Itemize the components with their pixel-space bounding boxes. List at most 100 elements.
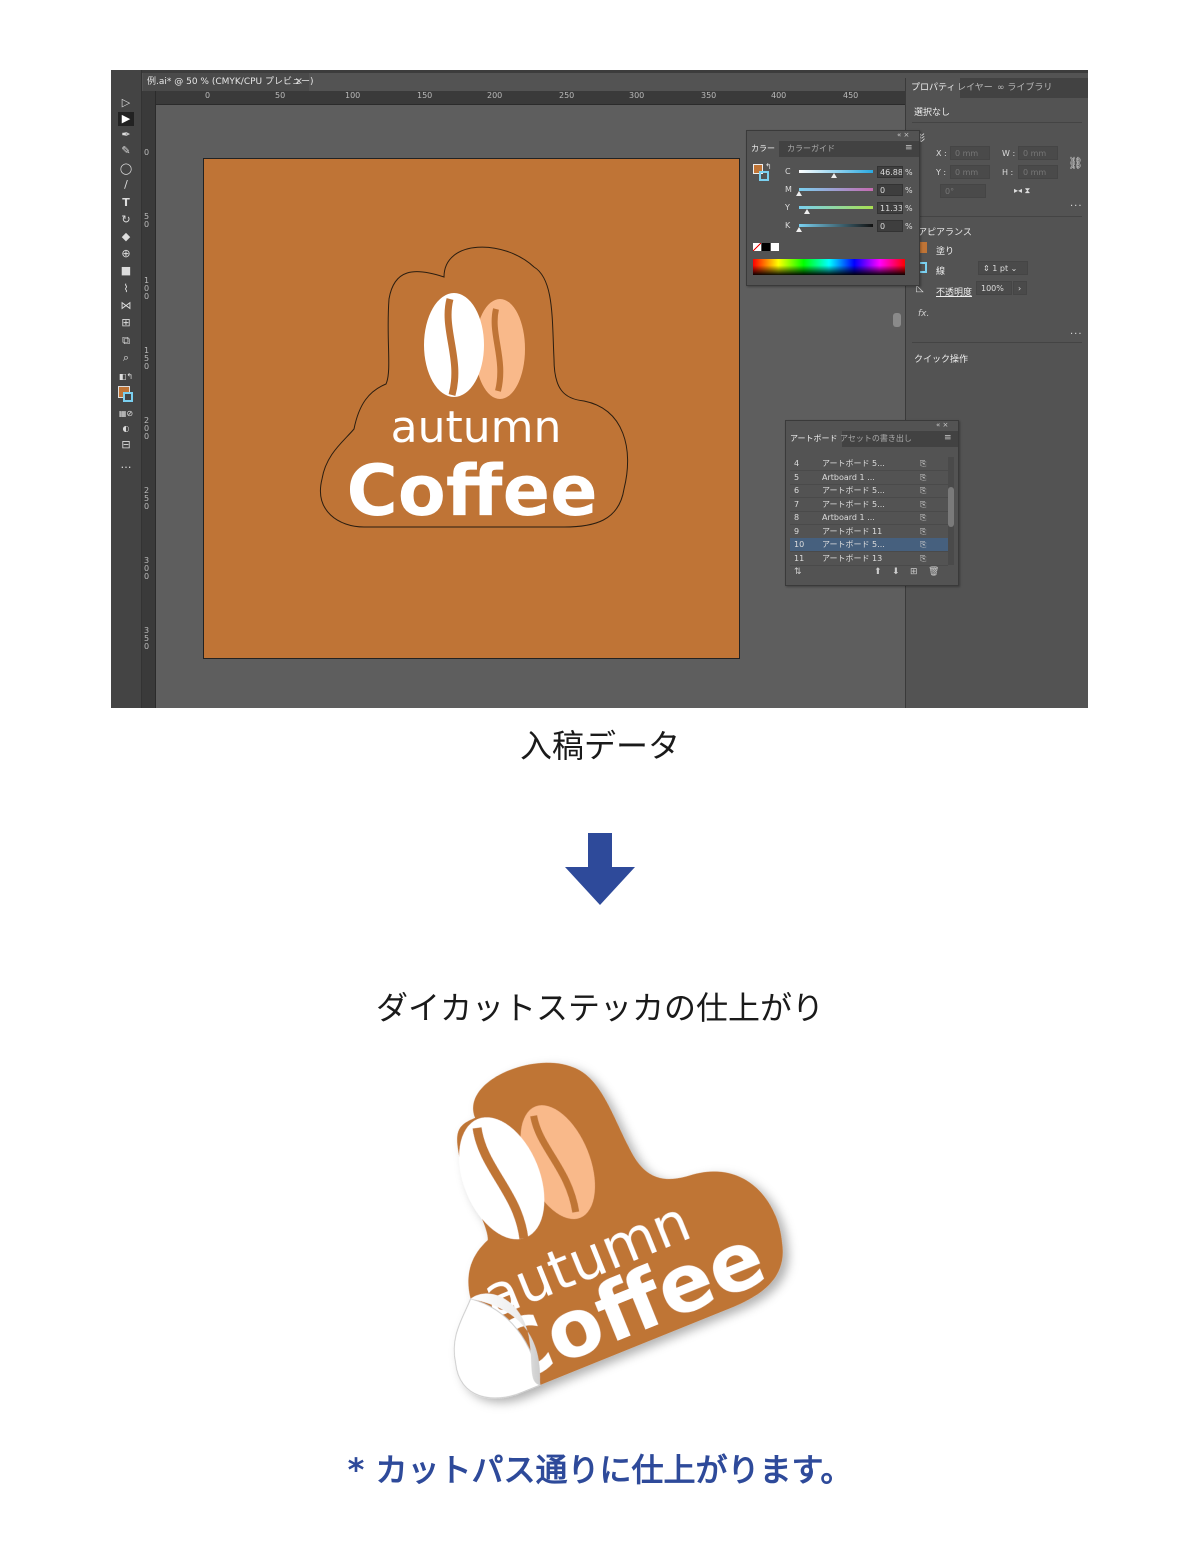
artboard-options-icon[interactable]: ⎘ <box>920 552 926 565</box>
list-item[interactable]: 11 アートボード 13 ⎘ <box>790 552 948 566</box>
canvas-scrollbar[interactable] <box>893 313 901 327</box>
list-item[interactable]: 5 Artboard 1 ... ⎘ <box>790 471 948 485</box>
ellipse-tool-icon[interactable]: ◯ <box>118 162 134 176</box>
none-swatch[interactable] <box>753 243 761 251</box>
screen-mode-icon[interactable]: ⊟ <box>118 438 134 452</box>
opacity-label[interactable]: 不透明度 <box>936 285 972 298</box>
brush-tool-icon[interactable]: / <box>118 178 134 192</box>
tab-layers[interactable]: レイヤー <box>952 78 998 98</box>
slider-value-k[interactable]: 0 <box>877 220 903 232</box>
curvature-tool-icon[interactable]: ✎ <box>118 144 134 158</box>
selection-tool-icon[interactable]: ▷ <box>118 96 134 110</box>
eyedropper-tool-icon[interactable]: ⌇ <box>118 282 134 296</box>
list-item[interactable]: 4 アートボード 5... ⎘ <box>790 457 948 471</box>
more-options-icon[interactable]: ... <box>1070 198 1083 209</box>
tab-color-guide[interactable]: カラーガイド <box>783 141 839 157</box>
artboard-options-icon[interactable]: ⎘ <box>920 471 926 484</box>
artboard-options-icon[interactable]: ⎘ <box>920 511 926 524</box>
tab-artboards[interactable]: アートボード <box>786 431 842 447</box>
document-tab[interactable]: 例.ai* @ 50 % (CMYK/CPU プレビュー) × <box>143 73 314 91</box>
w-field[interactable]: 0 mm <box>1018 146 1058 160</box>
scrollbar-thumb[interactable] <box>948 487 954 527</box>
list-item[interactable]: 9 アートボード 11 ⎘ <box>790 525 948 539</box>
delete-icon[interactable]: 🗑 <box>928 567 939 577</box>
slider-track-k[interactable] <box>799 224 873 227</box>
symbol-sprayer-icon[interactable]: ⊞ <box>118 316 134 330</box>
list-item[interactable]: 7 アートボード 5... ⎘ <box>790 498 948 512</box>
type-tool-icon[interactable]: T <box>118 196 134 210</box>
edit-toolbar-icon[interactable]: … <box>118 458 134 472</box>
note-cut-path: * カットパス通りに仕上がります。 <box>347 1451 853 1489</box>
tab-asset-export[interactable]: アセットの書き出し <box>836 431 916 447</box>
slider-value-m[interactable]: 0 <box>877 184 903 196</box>
ruler-tick: 150 <box>144 346 150 371</box>
move-up-icon[interactable]: ⬆ <box>874 567 882 577</box>
color-panel: « × カラー カラーガイド ≡ ↰ C 46.88 % M 0 % Y 11.… <box>746 130 920 286</box>
artboard-options-icon[interactable]: ⎘ <box>920 498 926 511</box>
artboard-options-icon[interactable]: ⎘ <box>920 525 926 538</box>
stroke-weight-field[interactable]: ⇕ 1 pt ⌄ <box>978 261 1028 275</box>
collapse-icon[interactable]: « × <box>936 421 948 429</box>
row-number: 8 <box>794 513 800 522</box>
list-item[interactable]: 6 アートボード 5... ⎘ <box>790 484 948 498</box>
stroke-swatch[interactable] <box>759 171 769 181</box>
panel-menu-icon[interactable]: ≡ <box>905 143 913 153</box>
new-artboard-icon[interactable]: ⊞ <box>910 567 918 577</box>
slider-value-y[interactable]: 11.33 <box>877 202 903 214</box>
divider <box>912 122 1082 123</box>
artboard-options-icon[interactable]: ⎘ <box>920 457 926 470</box>
tools-panel: ▷ ▶ ✒ ✎ ◯ / T ↻ ◆ ⊕ ■ ⌇ ⋈ ⊞ ⧉ ⌕ ◧↰ ▦⊘ ◐ … <box>111 70 142 708</box>
opacity-field[interactable]: 100% <box>976 281 1012 295</box>
slider-thumb-k[interactable] <box>796 227 802 232</box>
document-tab-label: 例.ai* @ 50 % (CMYK/CPU プレビュー) <box>147 77 314 87</box>
flip-icon[interactable]: ▸◂ ⧗ <box>1014 186 1030 196</box>
slider-thumb-c[interactable] <box>830 173 837 178</box>
white-swatch[interactable] <box>771 243 779 251</box>
opacity-dropdown-icon[interactable]: › <box>1013 281 1027 295</box>
stroke-swatch[interactable] <box>123 392 133 402</box>
x-field[interactable]: 0 mm <box>950 146 990 160</box>
rotate-tool-icon[interactable]: ↻ <box>118 213 134 227</box>
artboard-options-icon[interactable]: ⎘ <box>920 484 926 497</box>
pen-tool-icon[interactable]: ✒ <box>118 128 134 142</box>
artboard[interactable]: autumn Coffee <box>203 158 740 659</box>
move-down-icon[interactable]: ⬇ <box>892 567 900 577</box>
close-icon[interactable]: × <box>295 73 303 91</box>
zoom-tool-icon[interactable]: ⌕ <box>118 351 134 365</box>
draw-mode-icon[interactable]: ◐ <box>118 422 134 436</box>
list-scrollbar[interactable] <box>948 457 954 565</box>
h-field[interactable]: 0 mm <box>1018 165 1058 179</box>
collapse-icon[interactable]: « × <box>897 131 909 139</box>
panel-menu-icon[interactable]: ≡ <box>944 433 952 443</box>
list-item-selected[interactable]: 10 アートボード 5... ⎘ <box>790 538 948 552</box>
more-options-icon[interactable]: ... <box>1070 326 1083 337</box>
artboard-options-icon[interactable]: ⎘ <box>920 538 926 551</box>
divider <box>912 216 1082 217</box>
swap-icon[interactable]: ↰ <box>765 162 772 171</box>
slider-thumb-y[interactable] <box>804 209 811 214</box>
slider-value-c[interactable]: 46.88 <box>877 166 903 178</box>
swap-colors-icon[interactable]: ◧↰ <box>118 370 134 384</box>
gradient-tool-icon[interactable]: ■ <box>118 264 134 278</box>
percent-label: % <box>905 168 913 177</box>
black-swatch[interactable] <box>762 243 770 251</box>
rearrange-icon[interactable]: ⇅ <box>794 567 802 577</box>
color-spectrum[interactable] <box>753 259 905 275</box>
tab-libraries[interactable]: ∞ ライブラリ <box>992 78 1057 98</box>
slider-thumb-m[interactable] <box>796 191 802 196</box>
blend-tool-icon[interactable]: ⋈ <box>118 299 134 313</box>
rotation-field[interactable]: 0° <box>940 184 986 198</box>
eraser-tool-icon[interactable]: ◆ <box>118 230 134 244</box>
color-mode-icon[interactable]: ▦⊘ <box>118 407 134 421</box>
y-field[interactable]: 0 mm <box>950 165 990 179</box>
constrain-link-icon[interactable]: ⛓ <box>1068 156 1083 170</box>
tab-color[interactable]: カラー <box>747 141 779 157</box>
shape-builder-icon[interactable]: ⊕ <box>118 247 134 261</box>
effects-label[interactable]: fx. <box>918 309 929 319</box>
artboard-tool-icon[interactable]: ⧉ <box>118 334 134 348</box>
slider-track-m[interactable] <box>799 188 873 191</box>
list-item[interactable]: 8 Artboard 1 ... ⎘ <box>790 511 948 525</box>
ruler-tick: 50 <box>144 212 150 229</box>
ruler-tick: 250 <box>144 486 150 511</box>
direct-selection-tool-icon[interactable]: ▶ <box>118 112 134 126</box>
